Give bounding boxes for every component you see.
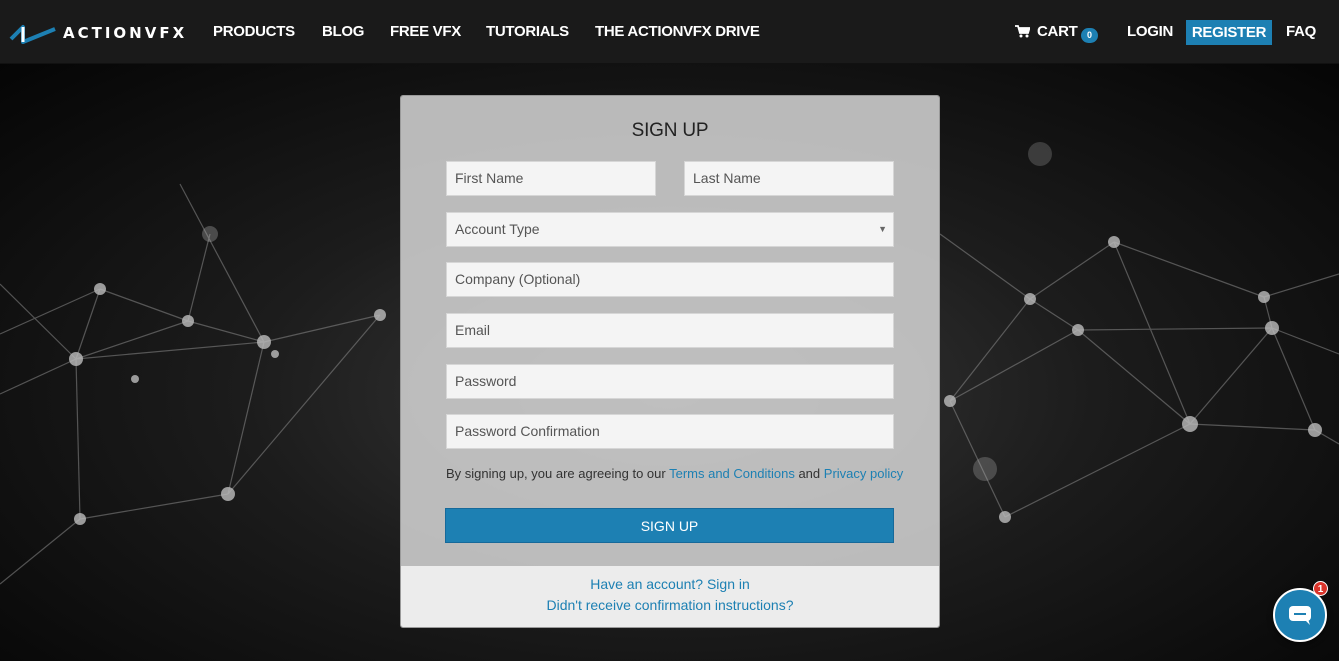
logo-icon xyxy=(9,25,56,44)
brand-name: ACTIONVFX xyxy=(63,24,188,42)
nav-faq[interactable]: FAQ xyxy=(1286,23,1316,40)
cart-count-badge: 0 xyxy=(1081,28,1098,43)
account-type-select[interactable]: Account Type ▼ xyxy=(446,212,894,247)
nav-login[interactable]: LOGIN xyxy=(1127,23,1173,40)
company-input[interactable]: Company (Optional) xyxy=(446,262,894,297)
sign-in-link[interactable]: Have an account? Sign in xyxy=(401,576,939,592)
terms-notice: By signing up, you are agreeing to our T… xyxy=(446,466,903,481)
nav-cart[interactable]: CART xyxy=(1037,23,1078,40)
terms-prefix: By signing up, you are agreeing to our xyxy=(446,466,666,481)
card-footer: Have an account? Sign in Didn't receive … xyxy=(401,566,939,627)
nav-free-vfx[interactable]: FREE VFX xyxy=(390,23,461,40)
privacy-link[interactable]: Privacy policy xyxy=(824,466,903,481)
terms-and: and xyxy=(798,466,821,481)
password-input[interactable]: Password xyxy=(446,364,894,399)
nav-tutorials[interactable]: TUTORIALS xyxy=(486,23,569,40)
nav-blog[interactable]: BLOG xyxy=(322,23,364,40)
resend-confirmation-link[interactable]: Didn't receive confirmation instructions… xyxy=(401,597,939,613)
brand-logo[interactable]: ACTIONVFX xyxy=(9,20,187,46)
chat-launcher-button[interactable] xyxy=(1273,588,1327,642)
nav-actionvfx-drive[interactable]: THE ACTIONVFX DRIVE xyxy=(595,23,760,40)
caret-down-icon: ▼ xyxy=(878,224,887,234)
last-name-input[interactable]: Last Name xyxy=(684,161,894,196)
top-navbar: ACTIONVFX PRODUCTS BLOG FREE VFX TUTORIA… xyxy=(0,0,1339,64)
first-name-input[interactable]: First Name xyxy=(446,161,656,196)
nav-products[interactable]: PRODUCTS xyxy=(213,23,295,40)
email-input[interactable]: Email xyxy=(446,313,894,348)
account-type-label: Account Type xyxy=(455,221,540,237)
signup-submit-button[interactable]: SIGN UP xyxy=(445,508,894,543)
chat-icon xyxy=(1289,606,1311,625)
register-button[interactable]: REGISTER xyxy=(1186,20,1272,45)
signup-form: SIGN UP First Name Last Name Account Typ… xyxy=(401,96,939,566)
signup-card: SIGN UP First Name Last Name Account Typ… xyxy=(400,95,940,628)
cart-icon[interactable] xyxy=(1015,25,1030,38)
password-confirmation-input[interactable]: Password Confirmation xyxy=(446,414,894,449)
chat-notification-badge: 1 xyxy=(1313,581,1328,596)
form-title: SIGN UP xyxy=(631,120,709,141)
terms-link[interactable]: Terms and Conditions xyxy=(669,466,795,481)
